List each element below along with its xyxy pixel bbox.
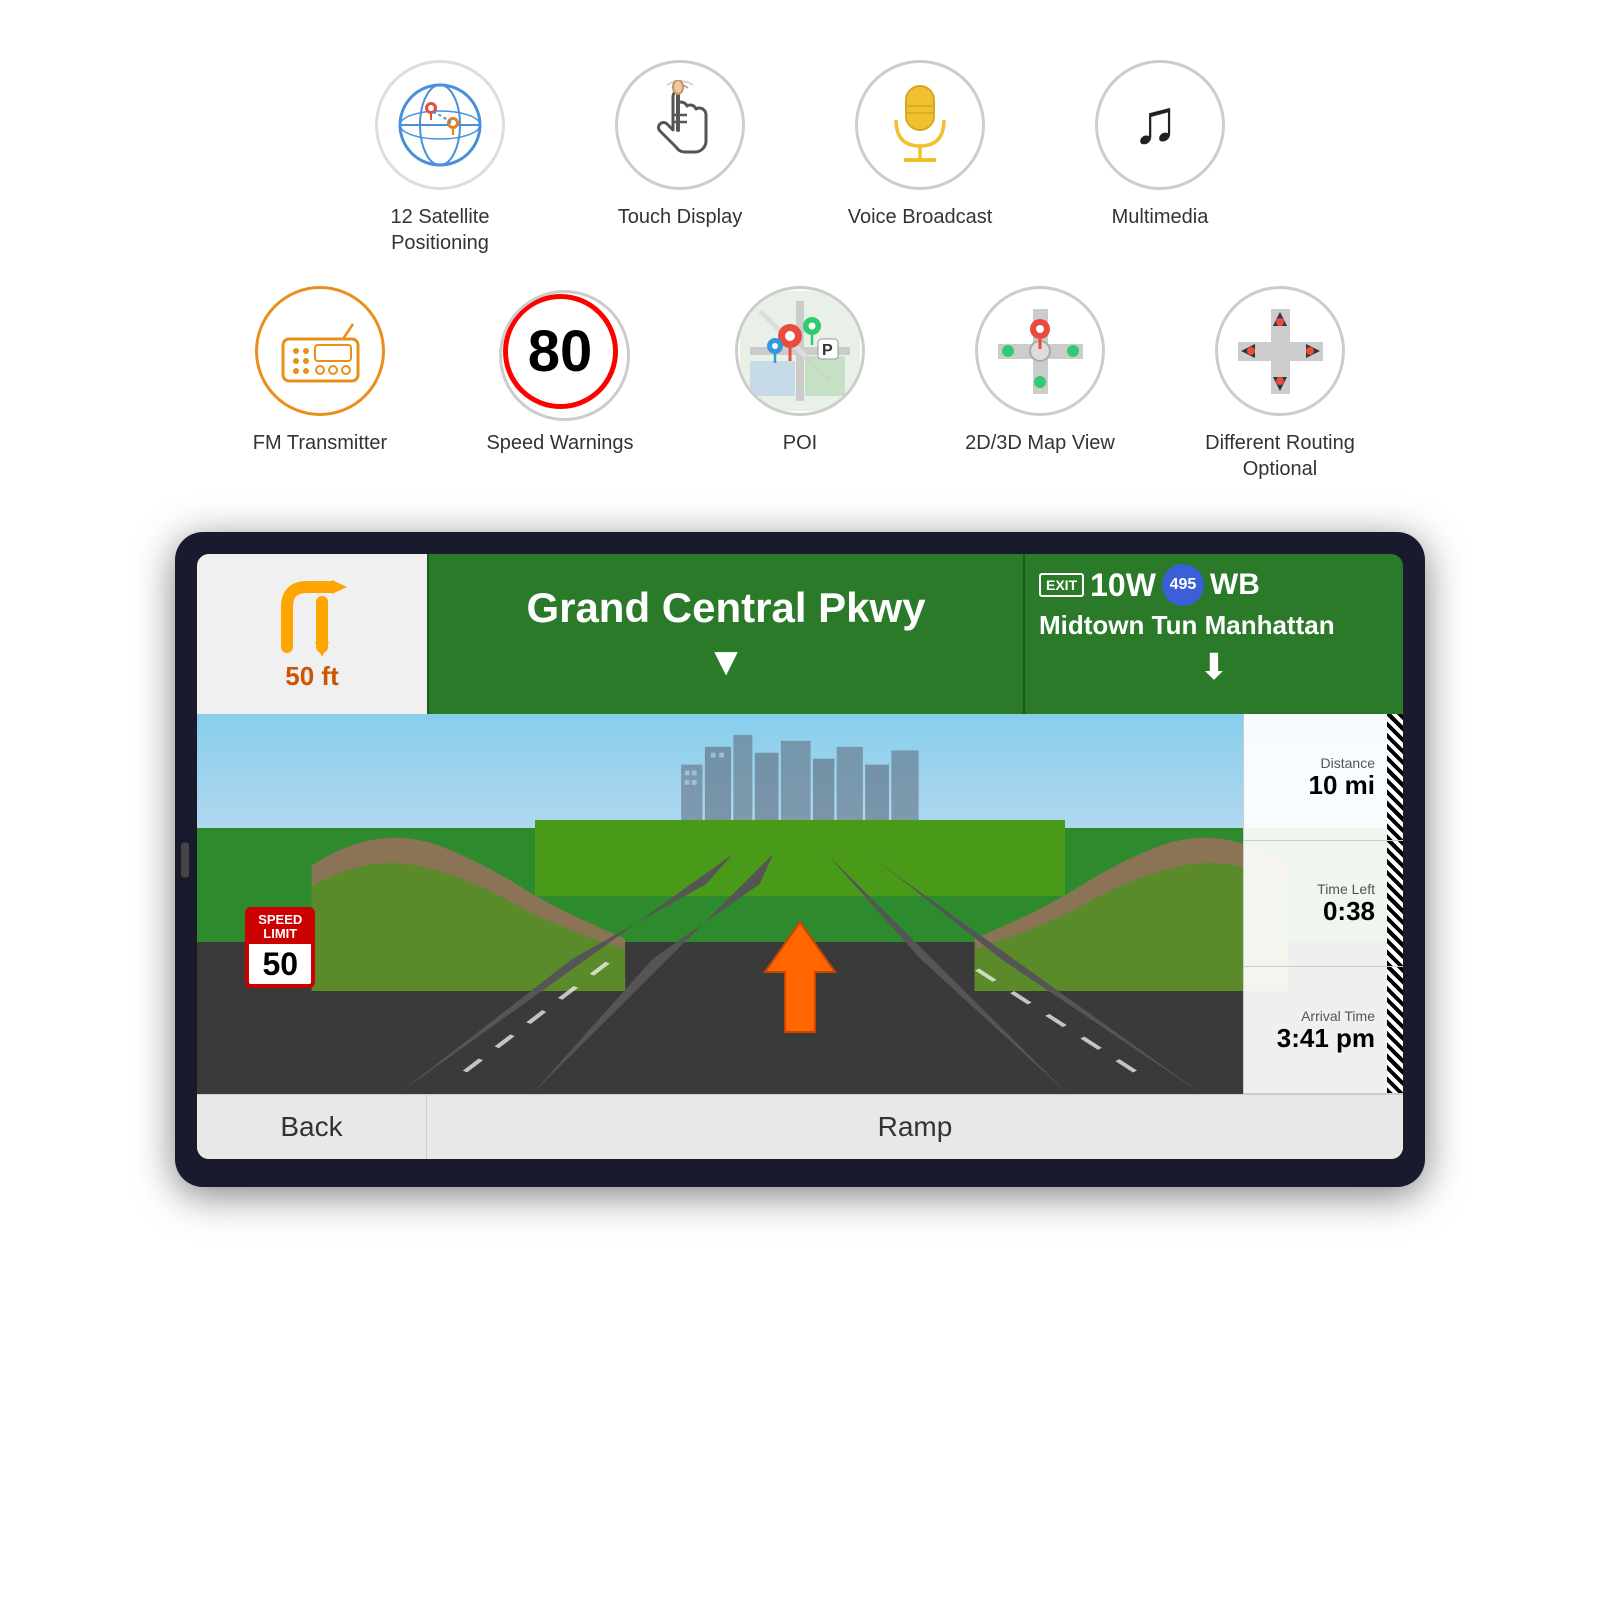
time-left-value: 0:38 (1323, 897, 1395, 926)
svg-text:P: P (822, 342, 833, 359)
exit-number: 10W (1090, 567, 1156, 604)
nav-road-panel: Grand Central Pkwy ▼ (427, 554, 1023, 714)
satellite-label: 12 Satellite Positioning (350, 204, 530, 256)
features-section: 12 Satellite Positioning (40, 60, 1560, 482)
poi-icon-circle: P (735, 286, 865, 416)
distance-label: Distance (1321, 755, 1395, 771)
speed-limit-top-text: SPEEDLIMIT (249, 911, 311, 944)
multimedia-label: Multimedia (1112, 204, 1209, 230)
poi-icon: P (740, 291, 860, 411)
speed-number: 80 (528, 318, 593, 385)
feature-satellite: 12 Satellite Positioning (350, 60, 530, 256)
map2d3d-icon-circle (975, 286, 1105, 416)
navigation-arrow-icon (750, 917, 850, 1037)
map2d3d-icon (993, 304, 1088, 399)
routing-icon-circle (1215, 286, 1345, 416)
map2d3d-label: 2D/3D Map View (965, 430, 1115, 456)
device-button[interactable] (181, 842, 189, 877)
road-name: Grand Central Pkwy (526, 584, 925, 632)
nav-bottom-bar: Back Ramp (197, 1094, 1403, 1159)
satellite-icon-circle (375, 60, 505, 190)
distance-panel: Distance 10 mi (1243, 714, 1403, 841)
speed-label: Speed Warnings (486, 430, 633, 456)
nav-exit-panel: EXIT 10W 495 WB Midtown Tun Manhattan ⬇ (1023, 554, 1403, 714)
road-scene: SPEEDLIMIT 50 Distance 10 mi Time Left 0… (197, 714, 1403, 1094)
music-icon-circle: ♫ (1095, 60, 1225, 190)
features-row-2: FM Transmitter 80 Speed Warnings (40, 286, 1560, 482)
routing-icon (1233, 304, 1328, 399)
ramp-button[interactable]: Ramp (427, 1095, 1403, 1159)
road-arrow-down-icon: ▼ (706, 640, 746, 685)
exit-destination: Midtown Tun Manhattan (1039, 610, 1389, 641)
feature-routing: Different Routing Optional (1190, 286, 1370, 482)
exit-down-arrow-icon: ⬇ (1199, 649, 1229, 685)
road-scene-inner: SPEEDLIMIT 50 Distance 10 mi Time Left 0… (197, 714, 1403, 1094)
touch-label: Touch Display (618, 204, 743, 230)
arrival-value: 3:41 pm (1277, 1024, 1395, 1053)
feature-fm: FM Transmitter (230, 286, 410, 482)
highway-number: 495 (1170, 576, 1197, 594)
routing-label: Different Routing Optional (1190, 430, 1370, 482)
exit-badge: EXIT (1039, 573, 1084, 597)
voice-label: Voice Broadcast (848, 204, 993, 230)
voice-icon (880, 78, 960, 173)
fm-label: FM Transmitter (253, 430, 387, 456)
time-left-panel: Time Left 0:38 (1243, 841, 1403, 968)
turn-arrow-icon (267, 577, 357, 657)
exit-arrow-down: ⬇ (1039, 649, 1389, 685)
music-icon: ♫ (1120, 85, 1200, 165)
poi-label: POI (783, 430, 817, 456)
info-panels: Distance 10 mi Time Left 0:38 Arrival Ti… (1243, 714, 1403, 1094)
features-row-1: 12 Satellite Positioning (40, 60, 1560, 256)
nav-top-bar: 50 ft Grand Central Pkwy ▼ EXIT 10W (197, 554, 1403, 714)
fm-icon (278, 319, 363, 384)
touch-icon-circle (615, 60, 745, 190)
exit-top-row: EXIT 10W 495 WB (1039, 564, 1389, 606)
time-left-label: Time Left (1317, 881, 1395, 897)
satellite-icon (393, 78, 488, 173)
fm-icon-circle (255, 286, 385, 416)
voice-icon-circle (855, 60, 985, 190)
speed-limit-sign: SPEEDLIMIT 50 (245, 907, 315, 988)
highway-badge: 495 (1162, 564, 1204, 606)
feature-voice: Voice Broadcast (830, 60, 1010, 256)
feature-speed: 80 Speed Warnings (470, 286, 650, 482)
feature-map2d3d: 2D/3D Map View (950, 286, 1130, 482)
speed-limit-value: 50 (257, 948, 303, 980)
arrival-label: Arrival Time (1301, 1008, 1395, 1024)
distance-value: 10 mi (1309, 771, 1396, 800)
speed-sign: 80 (503, 294, 618, 409)
feature-multimedia: ♫ Multimedia (1070, 60, 1250, 256)
svg-text:♫: ♫ (1132, 88, 1179, 157)
nav-turn-panel: 50 ft (197, 554, 427, 714)
highway-direction: WB (1210, 568, 1260, 602)
back-button[interactable]: Back (197, 1095, 427, 1159)
arrival-time-panel: Arrival Time 3:41 pm (1243, 967, 1403, 1094)
feature-poi: P POI (710, 286, 890, 482)
turn-distance: 50 ft (285, 661, 338, 692)
feature-touch: Touch Display (590, 60, 770, 256)
gps-device: 50 ft Grand Central Pkwy ▼ EXIT 10W (175, 532, 1425, 1187)
speed-icon-circle: 80 (495, 286, 625, 416)
touch-icon (640, 80, 720, 170)
gps-screen: 50 ft Grand Central Pkwy ▼ EXIT 10W (197, 554, 1403, 1159)
